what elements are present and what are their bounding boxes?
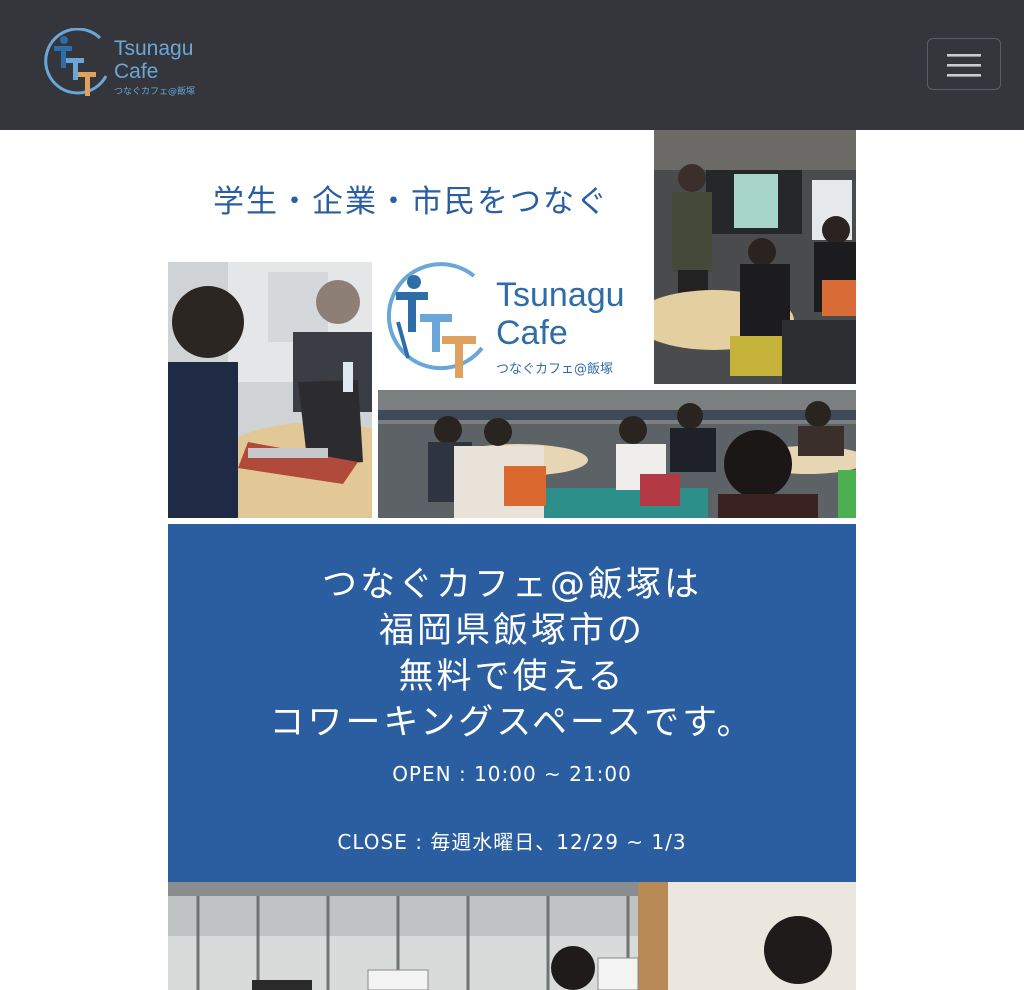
navbar-toggle-button[interactable] [927, 38, 1001, 90]
banner-logo: Tsunagu Cafe つなぐカフェ@飯塚 [378, 262, 654, 384]
info-title-line: 無料で使える [398, 657, 626, 697]
logo-text-tsunagu: Tsunagu [114, 37, 194, 60]
opening-hours: OPEN : 10:00 ~ 21:00 [392, 762, 632, 786]
logo-text-cafe: Cafe [114, 60, 159, 83]
tsunagu-cafe-logo-icon [44, 28, 108, 96]
banner-logo-tsunagu: Tsunagu [496, 276, 625, 314]
info-title: つなぐカフェ@飯塚は 福岡県飯塚市の 無料で使える コワーキングスペースです。 [168, 562, 856, 746]
banner-logo-japanese: つなぐカフェ@飯塚 [496, 362, 614, 377]
hamburger-menu-icon [947, 54, 981, 77]
info-box: つなぐカフェ@飯塚は 福岡県飯塚市の 無料で使える コワーキングスペースです。 … [168, 524, 856, 882]
photo-presentation-room [654, 130, 856, 384]
photo-laptop-user [168, 262, 372, 518]
info-title-line: 福岡県飯塚市の [378, 611, 645, 651]
navbar: Tsunagu Cafe つなぐカフェ@飯塚 [0, 0, 1024, 130]
banner-logo-cafe: Cafe [496, 314, 568, 352]
banner-headline: 学生・企業・市民をつなぐ [213, 184, 609, 220]
tsunagu-cafe-logo-icon [386, 262, 484, 378]
site-logo[interactable]: Tsunagu Cafe つなぐカフェ@飯塚 [44, 28, 204, 100]
info-title-line: つなぐカフェ@飯塚は [321, 565, 702, 605]
logo-text-japanese: つなぐカフェ@飯塚 [114, 87, 196, 97]
photo-group-tables [378, 390, 856, 518]
hero-banner: 学生・企業・市民をつなぐ Tsunagu Cafe つなぐカフェ@飯塚 [168, 130, 856, 518]
info-title-line: コワーキングスペースです。 [269, 703, 755, 743]
closed-days: CLOSE : 毎週水曜日、12/29 ~ 1/3 [337, 830, 687, 854]
photo-workspace [168, 882, 856, 990]
